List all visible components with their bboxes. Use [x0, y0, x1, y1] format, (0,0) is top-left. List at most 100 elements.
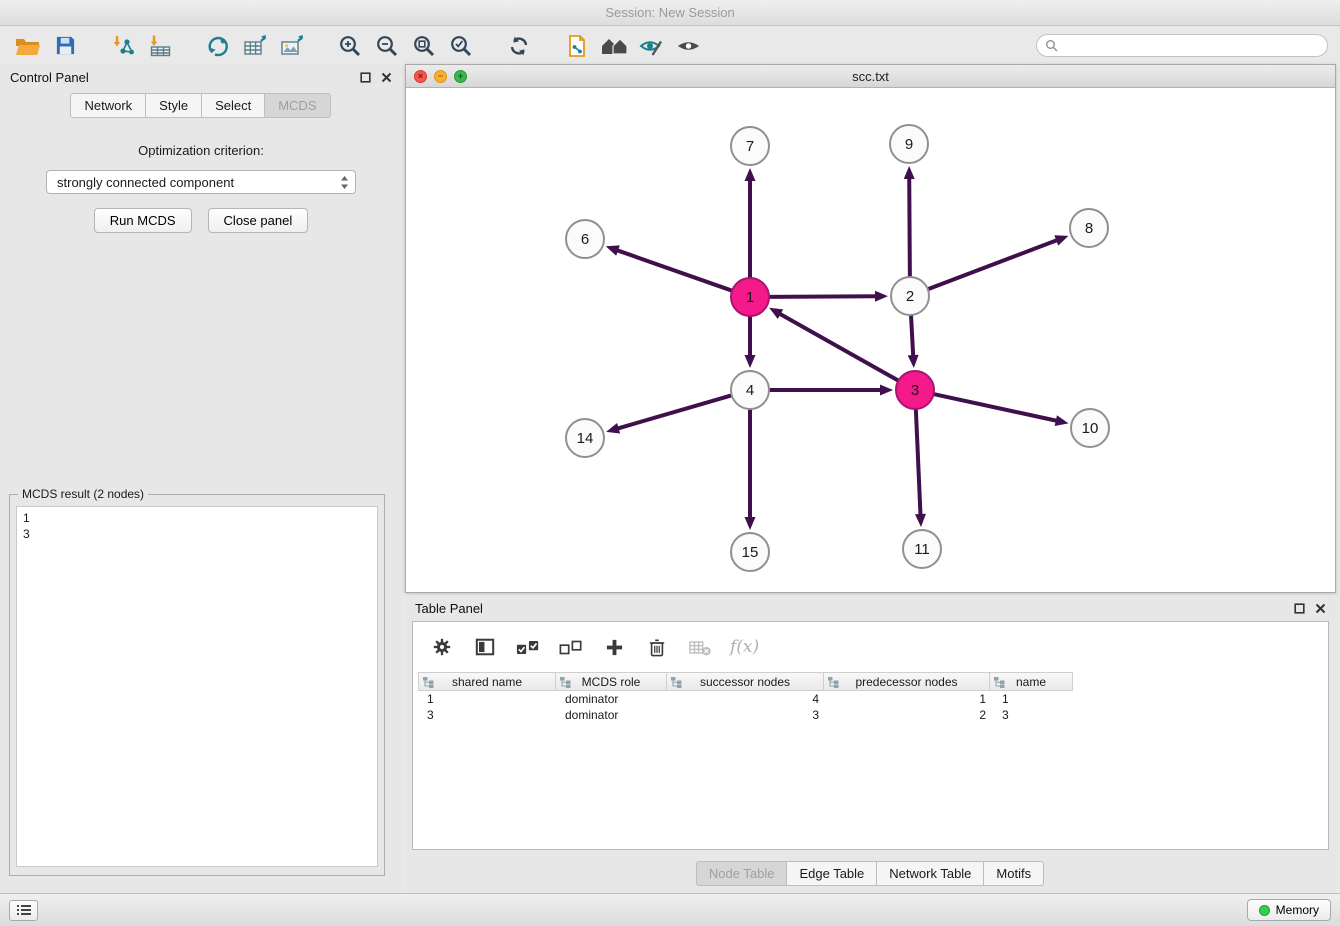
function-builder-button[interactable]: f(x) — [730, 634, 759, 660]
export-network-button[interactable] — [202, 30, 234, 62]
tab-network-table[interactable]: Network Table — [876, 861, 984, 886]
control-panel-header: Control Panel — [0, 64, 402, 90]
column-selector-button[interactable] — [472, 634, 498, 660]
float-icon — [1294, 603, 1305, 614]
table-delete-icon — [689, 638, 711, 657]
import-network-icon — [111, 34, 135, 57]
select-all-columns-button[interactable] — [515, 634, 541, 660]
delete-columns-button[interactable] — [644, 634, 670, 660]
task-history-button[interactable] — [9, 900, 38, 921]
table-row[interactable]: 3dominator323 — [413, 707, 1328, 723]
export-image-button[interactable] — [276, 30, 308, 62]
edge-3-10[interactable] — [934, 394, 1058, 421]
home-view-button[interactable] — [598, 30, 630, 62]
graph-node-10[interactable]: 10 — [1071, 409, 1109, 447]
edge-arrowhead — [606, 423, 620, 434]
tab-style[interactable]: Style — [145, 93, 202, 118]
create-column-button[interactable] — [601, 634, 627, 660]
search-field[interactable] — [1036, 34, 1328, 57]
graph-node-label: 3 — [911, 382, 919, 399]
graph-node-6[interactable]: 6 — [566, 220, 604, 258]
close-panel-button[interactable]: Close panel — [208, 208, 309, 233]
annotation-button[interactable] — [635, 30, 667, 62]
window-minimize-button[interactable]: − — [434, 70, 447, 83]
graph-node-label: 15 — [742, 544, 759, 561]
table-settings-button[interactable] — [429, 634, 455, 660]
graph-node-15[interactable]: 15 — [731, 533, 769, 571]
graph-node-14[interactable]: 14 — [566, 419, 604, 457]
zoom-selected-button[interactable] — [445, 30, 477, 62]
attribute-icon — [423, 677, 434, 688]
window-titlebar: Session: New Session — [0, 0, 1340, 26]
import-table-file-button[interactable] — [144, 30, 176, 62]
node-table-body: 1dominator4113dominator323 — [413, 691, 1328, 723]
gear-icon — [432, 637, 452, 657]
network-window-titlebar[interactable]: × − + scc.txt — [406, 65, 1335, 88]
close-icon — [381, 72, 392, 83]
graph-node-1[interactable]: 1 — [731, 278, 769, 316]
graph-node-label: 1 — [746, 289, 754, 306]
deselect-all-columns-button[interactable] — [558, 634, 584, 660]
graph-node-4[interactable]: 4 — [731, 371, 769, 409]
table-panel-close-button[interactable] — [1315, 603, 1326, 614]
column-header-predecessor-nodes[interactable]: predecessor nodes — [823, 672, 990, 691]
show-details-button[interactable] — [672, 30, 704, 62]
open-session-button[interactable] — [12, 30, 44, 62]
mcds-result-list[interactable]: 13 — [16, 506, 378, 867]
column-header-successor-nodes[interactable]: successor nodes — [666, 672, 824, 691]
tab-motifs[interactable]: Motifs — [983, 861, 1044, 886]
graph-node-7[interactable]: 7 — [731, 127, 769, 165]
tab-node-table[interactable]: Node Table — [696, 861, 788, 886]
control-panel-float-button[interactable] — [360, 72, 371, 83]
export-table-button[interactable] — [239, 30, 271, 62]
column-header-label: successor nodes — [700, 675, 790, 689]
network-canvas[interactable]: 7 9 6 8 1 2 4 3 14 10 15 11 — [406, 88, 1335, 592]
houses-icon — [601, 35, 628, 57]
column-header-name[interactable]: name — [989, 672, 1073, 691]
window-close-button[interactable]: × — [414, 70, 427, 83]
edge-4-14[interactable] — [617, 395, 732, 428]
zoom-in-button[interactable] — [334, 30, 366, 62]
zoom-in-icon — [338, 34, 362, 58]
window-zoom-button[interactable]: + — [454, 70, 467, 83]
column-header-label: name — [1016, 675, 1046, 689]
refresh-view-button[interactable] — [503, 30, 535, 62]
edge-3-11[interactable] — [916, 409, 921, 516]
search-input[interactable] — [1063, 39, 1319, 53]
zoom-out-button[interactable] — [371, 30, 403, 62]
table-row[interactable]: 1dominator411 — [413, 691, 1328, 707]
edge-2-9[interactable] — [909, 177, 910, 277]
edge-2-8[interactable] — [928, 240, 1058, 290]
graph-node-2[interactable]: 2 — [891, 277, 929, 315]
column-header-shared-name[interactable]: shared name — [418, 672, 556, 691]
edge-2-3[interactable] — [911, 315, 913, 357]
criterion-dropdown[interactable]: strongly connected component — [46, 170, 356, 194]
delete-table-button[interactable] — [687, 634, 713, 660]
run-mcds-button[interactable]: Run MCDS — [94, 208, 192, 233]
dropdown-arrows-icon — [340, 175, 349, 190]
tab-mcds[interactable]: MCDS — [264, 93, 330, 118]
save-session-button[interactable] — [49, 30, 81, 62]
tab-network[interactable]: Network — [70, 93, 146, 118]
export-document-button[interactable] — [561, 30, 593, 62]
edge-1-6[interactable] — [616, 250, 732, 291]
graph-node-3[interactable]: 3 — [896, 371, 934, 409]
control-panel-close-button[interactable] — [381, 72, 392, 83]
zoom-fit-button[interactable] — [408, 30, 440, 62]
import-network-file-button[interactable] — [107, 30, 139, 62]
graph-node-11[interactable]: 11 — [903, 530, 941, 568]
graph-node-9[interactable]: 9 — [890, 125, 928, 163]
table-panel-float-button[interactable] — [1294, 603, 1305, 614]
tab-select[interactable]: Select — [201, 93, 265, 118]
graph-node-8[interactable]: 8 — [1070, 209, 1108, 247]
tab-edge-table[interactable]: Edge Table — [786, 861, 877, 886]
table-cell: 1 — [419, 691, 557, 707]
control-tabs: NetworkStyleSelectMCDS — [0, 93, 402, 118]
status-bar: Memory — [0, 893, 1340, 926]
edge-arrowhead — [880, 385, 893, 396]
control-panel: Control Panel NetworkStyleSelectMCDS Opt… — [0, 64, 402, 893]
edge-1-2[interactable] — [769, 296, 877, 297]
memory-button[interactable]: Memory — [1247, 899, 1331, 921]
edge-3-1[interactable] — [779, 313, 899, 380]
column-header-MCDS-role[interactable]: MCDS role — [555, 672, 667, 691]
